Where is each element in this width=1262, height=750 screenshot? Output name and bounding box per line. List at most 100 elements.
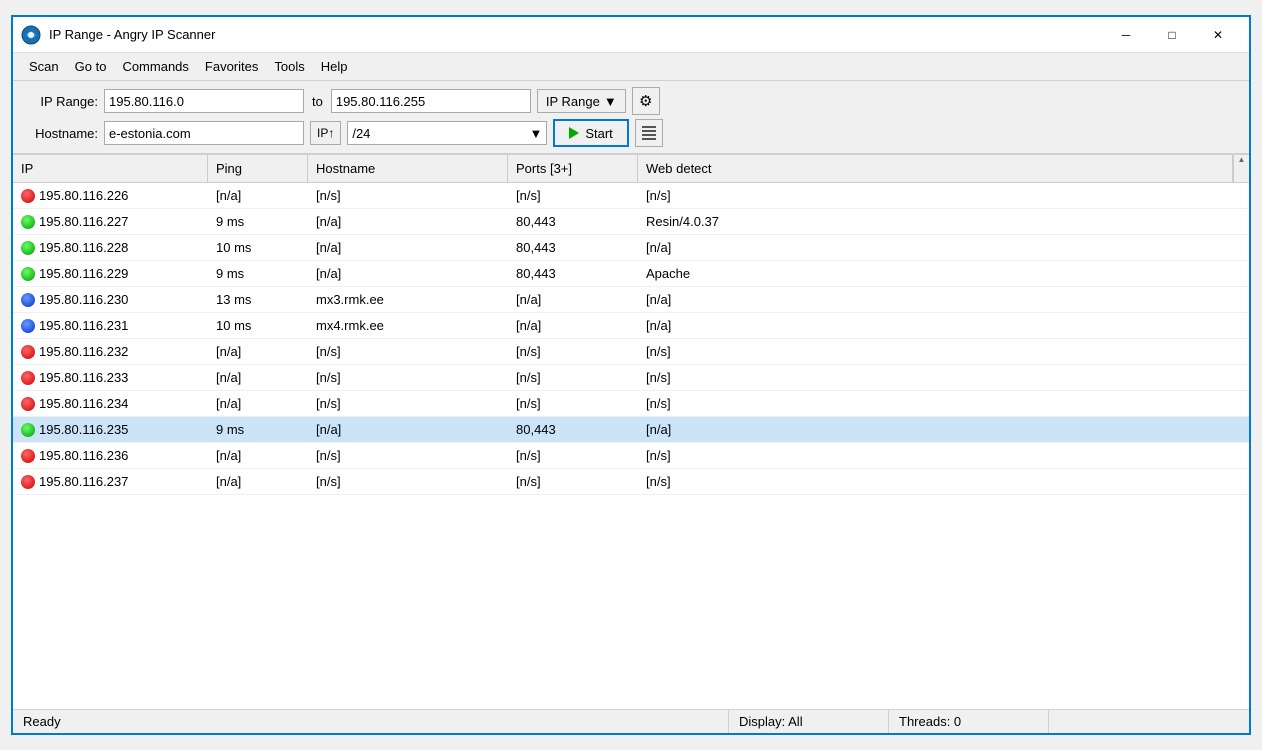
cell-ports-9: 80,443 — [508, 417, 638, 442]
scrollbar-header: ▲ — [1233, 155, 1249, 182]
cell-ping-6: [n/a] — [208, 339, 308, 364]
status-dot-4 — [21, 293, 35, 307]
maximize-button[interactable]: □ — [1149, 20, 1195, 50]
cell-ports-0: [n/s] — [508, 183, 638, 208]
table-row[interactable]: 195.80.116.235 9 ms [n/a] 80,443 [n/a] — [13, 417, 1249, 443]
status-threads: Threads: 0 — [889, 710, 1049, 733]
table-row[interactable]: 195.80.116.234 [n/a] [n/s] [n/s] [n/s] — [13, 391, 1249, 417]
cell-hostname-8: [n/s] — [308, 391, 508, 416]
cell-ping-3: 9 ms — [208, 261, 308, 286]
status-bar: Ready Display: All Threads: 0 — [13, 709, 1249, 733]
cell-webdetect-7: [n/s] — [638, 365, 1249, 390]
table-row[interactable]: 195.80.116.230 13 ms mx3.rmk.ee [n/a] [n… — [13, 287, 1249, 313]
cell-webdetect-10: [n/s] — [638, 443, 1249, 468]
ip-range-label: IP Range: — [23, 94, 98, 109]
status-dot-0 — [21, 189, 35, 203]
close-button[interactable]: ✕ — [1195, 20, 1241, 50]
table-header: IP Ping Hostname Ports [3+] Web detect ▲ — [13, 155, 1249, 183]
ip-end-input[interactable] — [331, 89, 531, 113]
cell-webdetect-6: [n/s] — [638, 339, 1249, 364]
col-header-ports[interactable]: Ports [3+] — [508, 155, 638, 182]
table-body[interactable]: 195.80.116.226 [n/a] [n/s] [n/s] [n/s] 1… — [13, 183, 1249, 709]
cell-ports-11: [n/s] — [508, 469, 638, 494]
cell-ports-6: [n/s] — [508, 339, 638, 364]
status-display: Display: All — [729, 710, 889, 733]
cell-webdetect-8: [n/s] — [638, 391, 1249, 416]
window-title: IP Range - Angry IP Scanner — [49, 27, 1103, 42]
cell-hostname-5: mx4.rmk.ee — [308, 313, 508, 338]
status-dot-5 — [21, 319, 35, 333]
cell-ip-6: 195.80.116.232 — [13, 339, 208, 364]
status-ready: Ready — [13, 710, 729, 733]
cell-ip-9: 195.80.116.235 — [13, 417, 208, 442]
ip-up-button[interactable]: IP↑ — [310, 121, 341, 145]
table-row[interactable]: 195.80.116.226 [n/a] [n/s] [n/s] [n/s] — [13, 183, 1249, 209]
table-row[interactable]: 195.80.116.229 9 ms [n/a] 80,443 Apache — [13, 261, 1249, 287]
main-window: IP Range - Angry IP Scanner ─ □ ✕ Scan G… — [11, 15, 1251, 735]
table-row[interactable]: 195.80.116.227 9 ms [n/a] 80,443 Resin/4… — [13, 209, 1249, 235]
cell-ports-8: [n/s] — [508, 391, 638, 416]
hostname-input[interactable] — [104, 121, 304, 145]
cell-ping-10: [n/a] — [208, 443, 308, 468]
cell-ping-5: 10 ms — [208, 313, 308, 338]
cell-ping-8: [n/a] — [208, 391, 308, 416]
window-controls: ─ □ ✕ — [1103, 20, 1241, 50]
cell-webdetect-4: [n/a] — [638, 287, 1249, 312]
cell-ip-5: 195.80.116.231 — [13, 313, 208, 338]
table-row[interactable]: 195.80.116.231 10 ms mx4.rmk.ee [n/a] [n… — [13, 313, 1249, 339]
to-label: to — [310, 94, 325, 109]
cell-ping-4: 13 ms — [208, 287, 308, 312]
cell-ip-1: 195.80.116.227 — [13, 209, 208, 234]
menu-bar: Scan Go to Commands Favorites Tools Help — [13, 53, 1249, 81]
menu-goto[interactable]: Go to — [67, 56, 115, 78]
col-header-ip[interactable]: IP — [13, 155, 208, 182]
title-bar: IP Range - Angry IP Scanner ─ □ ✕ — [13, 17, 1249, 53]
status-dot-1 — [21, 215, 35, 229]
table-row[interactable]: 195.80.116.233 [n/a] [n/s] [n/s] [n/s] — [13, 365, 1249, 391]
cell-ip-7: 195.80.116.233 — [13, 365, 208, 390]
start-button[interactable]: Start — [553, 119, 628, 147]
subnet-dropdown[interactable]: /24 ▼ — [347, 121, 547, 145]
table-row[interactable]: 195.80.116.228 10 ms [n/a] 80,443 [n/a] — [13, 235, 1249, 261]
col-header-ping[interactable]: Ping — [208, 155, 308, 182]
col-header-webdetect[interactable]: Web detect — [638, 155, 1233, 182]
toolbar: IP Range: to IP Range ▼ ⚙ Hostname: IP↑ … — [13, 81, 1249, 154]
cell-hostname-10: [n/s] — [308, 443, 508, 468]
cell-ip-10: 195.80.116.236 — [13, 443, 208, 468]
mode-dropdown[interactable]: IP Range ▼ — [537, 89, 626, 113]
play-icon — [569, 127, 579, 139]
cell-webdetect-3: Apache — [638, 261, 1249, 286]
status-dot-3 — [21, 267, 35, 281]
cell-hostname-0: [n/s] — [308, 183, 508, 208]
status-dot-10 — [21, 449, 35, 463]
cell-ping-11: [n/a] — [208, 469, 308, 494]
menu-tools[interactable]: Tools — [266, 56, 312, 78]
cell-ip-11: 195.80.116.237 — [13, 469, 208, 494]
col-header-hostname[interactable]: Hostname — [308, 155, 508, 182]
cell-ping-2: 10 ms — [208, 235, 308, 260]
ip-start-input[interactable] — [104, 89, 304, 113]
table-row[interactable]: 195.80.116.232 [n/a] [n/s] [n/s] [n/s] — [13, 339, 1249, 365]
menu-favorites[interactable]: Favorites — [197, 56, 266, 78]
hostname-label: Hostname: — [23, 126, 98, 141]
minimize-button[interactable]: ─ — [1103, 20, 1149, 50]
cell-ip-3: 195.80.116.229 — [13, 261, 208, 286]
table-row[interactable]: 195.80.116.236 [n/a] [n/s] [n/s] [n/s] — [13, 443, 1249, 469]
status-dot-7 — [21, 371, 35, 385]
menu-help[interactable]: Help — [313, 56, 356, 78]
cell-ports-4: [n/a] — [508, 287, 638, 312]
cell-webdetect-1: Resin/4.0.37 — [638, 209, 1249, 234]
cell-ping-9: 9 ms — [208, 417, 308, 442]
cell-hostname-4: mx3.rmk.ee — [308, 287, 508, 312]
menu-scan[interactable]: Scan — [21, 56, 67, 78]
toolbar-row-1: IP Range: to IP Range ▼ ⚙ — [23, 87, 1239, 115]
cell-ip-0: 195.80.116.226 — [13, 183, 208, 208]
cell-ports-3: 80,443 — [508, 261, 638, 286]
settings-button[interactable]: ⚙ — [632, 87, 660, 115]
menu-commands[interactable]: Commands — [114, 56, 196, 78]
columns-button[interactable] — [635, 119, 663, 147]
cell-webdetect-11: [n/s] — [638, 469, 1249, 494]
status-extra — [1049, 710, 1249, 733]
table-row[interactable]: 195.80.116.237 [n/a] [n/s] [n/s] [n/s] — [13, 469, 1249, 495]
cell-ip-2: 195.80.116.228 — [13, 235, 208, 260]
